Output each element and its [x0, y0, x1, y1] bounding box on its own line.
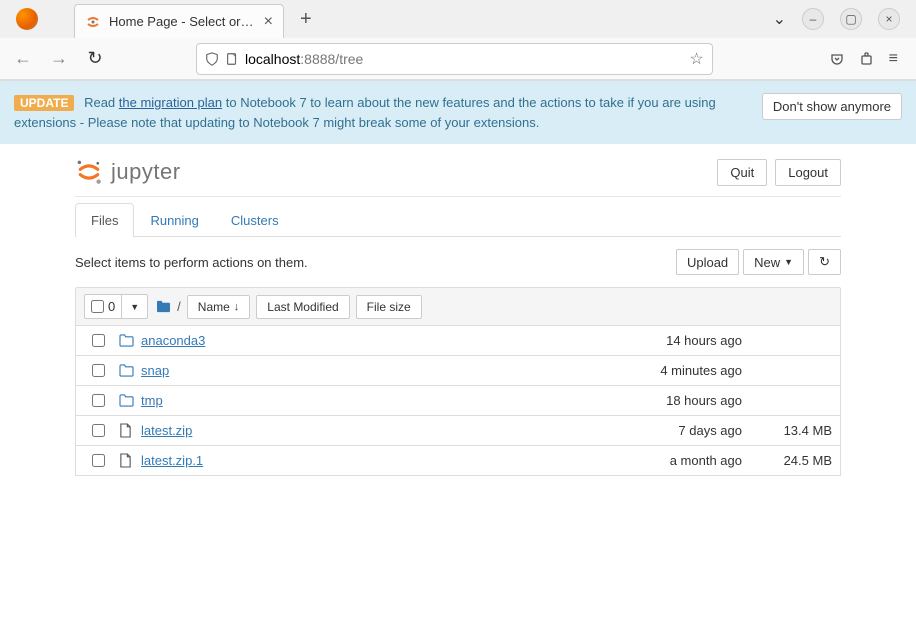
item-link[interactable]: anaconda3: [141, 333, 205, 348]
select-all-group[interactable]: 0 ▼: [84, 294, 148, 319]
sort-size-button[interactable]: File size: [356, 295, 422, 319]
migration-plan-link[interactable]: the migration plan: [119, 95, 222, 110]
list-row: latest.zip.1 a month ago 24.5 MB: [75, 446, 841, 476]
address-input[interactable]: localhost:8888/tree ☆: [196, 43, 713, 75]
update-badge: UPDATE: [14, 95, 74, 111]
list-toolbar: Select items to perform actions on them.…: [75, 249, 841, 275]
quit-button[interactable]: Quit: [717, 159, 767, 186]
bookmark-icon[interactable]: ☆: [689, 49, 703, 69]
list-header: 0 ▼ / Name↓ Last Modified File size: [75, 287, 841, 326]
jupyter-mark-icon: [75, 158, 103, 186]
upload-button[interactable]: Upload: [676, 249, 739, 275]
jupyter-favicon: [85, 14, 101, 30]
refresh-icon: ↻: [819, 254, 830, 270]
update-banner: UPDATE Read the migration plan to Notebo…: [0, 81, 916, 144]
item-size: 13.4 MB: [752, 423, 832, 438]
shield-icon: [205, 52, 219, 66]
selection-count: 0: [108, 299, 115, 314]
file-icon: [119, 453, 135, 468]
jupyter-wordmark: jupyter: [111, 159, 181, 185]
row-checkbox[interactable]: [92, 424, 105, 437]
breadcrumb-root[interactable]: /: [177, 299, 181, 314]
logout-button[interactable]: Logout: [775, 159, 841, 186]
arrow-down-icon: ↓: [234, 301, 240, 313]
address-bar: ← → ↻ localhost:8888/tree ☆ ≡: [0, 38, 916, 80]
tab-clusters[interactable]: Clusters: [215, 203, 295, 237]
browser-chrome: Home Page - Select or cre × + ⌄ – ▢ × ← …: [0, 0, 916, 81]
chevron-down-icon[interactable]: ⌄: [773, 9, 786, 29]
pocket-icon[interactable]: [829, 51, 845, 67]
main-tabs: Files Running Clusters: [75, 203, 841, 237]
caret-down-icon: ▼: [784, 257, 793, 267]
jupyter-logo[interactable]: jupyter: [75, 158, 181, 186]
browser-tab[interactable]: Home Page - Select or cre ×: [74, 4, 284, 38]
row-checkbox[interactable]: [92, 364, 105, 377]
toolbar-hint: Select items to perform actions on them.: [75, 255, 308, 270]
folder-icon: [119, 394, 135, 407]
select-menu-caret[interactable]: ▼: [122, 298, 147, 316]
dismiss-banner-button[interactable]: Don't show anymore: [762, 93, 902, 120]
tab-running[interactable]: Running: [134, 203, 214, 237]
extensions-icon[interactable]: [859, 51, 875, 67]
menu-icon[interactable]: ≡: [889, 50, 898, 68]
folder-icon: [119, 364, 135, 377]
row-checkbox[interactable]: [92, 394, 105, 407]
forward-button[interactable]: →: [44, 44, 74, 74]
item-modified: 7 days ago: [602, 423, 742, 438]
folder-icon[interactable]: [156, 300, 171, 313]
new-tab-button[interactable]: +: [300, 8, 312, 31]
row-checkbox[interactable]: [92, 334, 105, 347]
tab-files[interactable]: Files: [75, 203, 134, 237]
sort-modified-button[interactable]: Last Modified: [256, 295, 349, 319]
reload-button[interactable]: ↻: [80, 44, 110, 74]
maximize-button[interactable]: ▢: [840, 8, 862, 30]
new-button[interactable]: New▼: [743, 249, 804, 275]
list-row: tmp 18 hours ago: [75, 386, 841, 416]
file-icon: [119, 423, 135, 438]
page-header: jupyter Quit Logout: [75, 144, 841, 197]
sort-name-button[interactable]: Name↓: [187, 295, 251, 319]
item-modified: 4 minutes ago: [602, 363, 742, 378]
close-window-button[interactable]: ×: [878, 8, 900, 30]
item-modified: 18 hours ago: [602, 393, 742, 408]
list-row: snap 4 minutes ago: [75, 356, 841, 386]
tab-bar: Home Page - Select or cre × + ⌄ – ▢ ×: [0, 0, 916, 38]
document-icon: [225, 52, 239, 66]
refresh-button[interactable]: ↻: [808, 249, 841, 275]
tab-close-icon[interactable]: ×: [264, 14, 273, 30]
item-link[interactable]: snap: [141, 363, 169, 378]
tab-title: Home Page - Select or cre: [109, 14, 256, 29]
list-row: latest.zip 7 days ago 13.4 MB: [75, 416, 841, 446]
item-modified: 14 hours ago: [602, 333, 742, 348]
item-link[interactable]: latest.zip: [141, 423, 192, 438]
firefox-icon: [16, 8, 38, 30]
folder-icon: [119, 334, 135, 347]
item-modified: a month ago: [602, 453, 742, 468]
item-link[interactable]: latest.zip.1: [141, 453, 203, 468]
list-row: anaconda3 14 hours ago: [75, 326, 841, 356]
row-checkbox[interactable]: [92, 454, 105, 467]
url-text: localhost:8888/tree: [245, 51, 683, 67]
item-link[interactable]: tmp: [141, 393, 163, 408]
item-size: 24.5 MB: [752, 453, 832, 468]
select-all-checkbox[interactable]: [91, 300, 104, 313]
back-button[interactable]: ←: [8, 44, 38, 74]
minimize-button[interactable]: –: [802, 8, 824, 30]
